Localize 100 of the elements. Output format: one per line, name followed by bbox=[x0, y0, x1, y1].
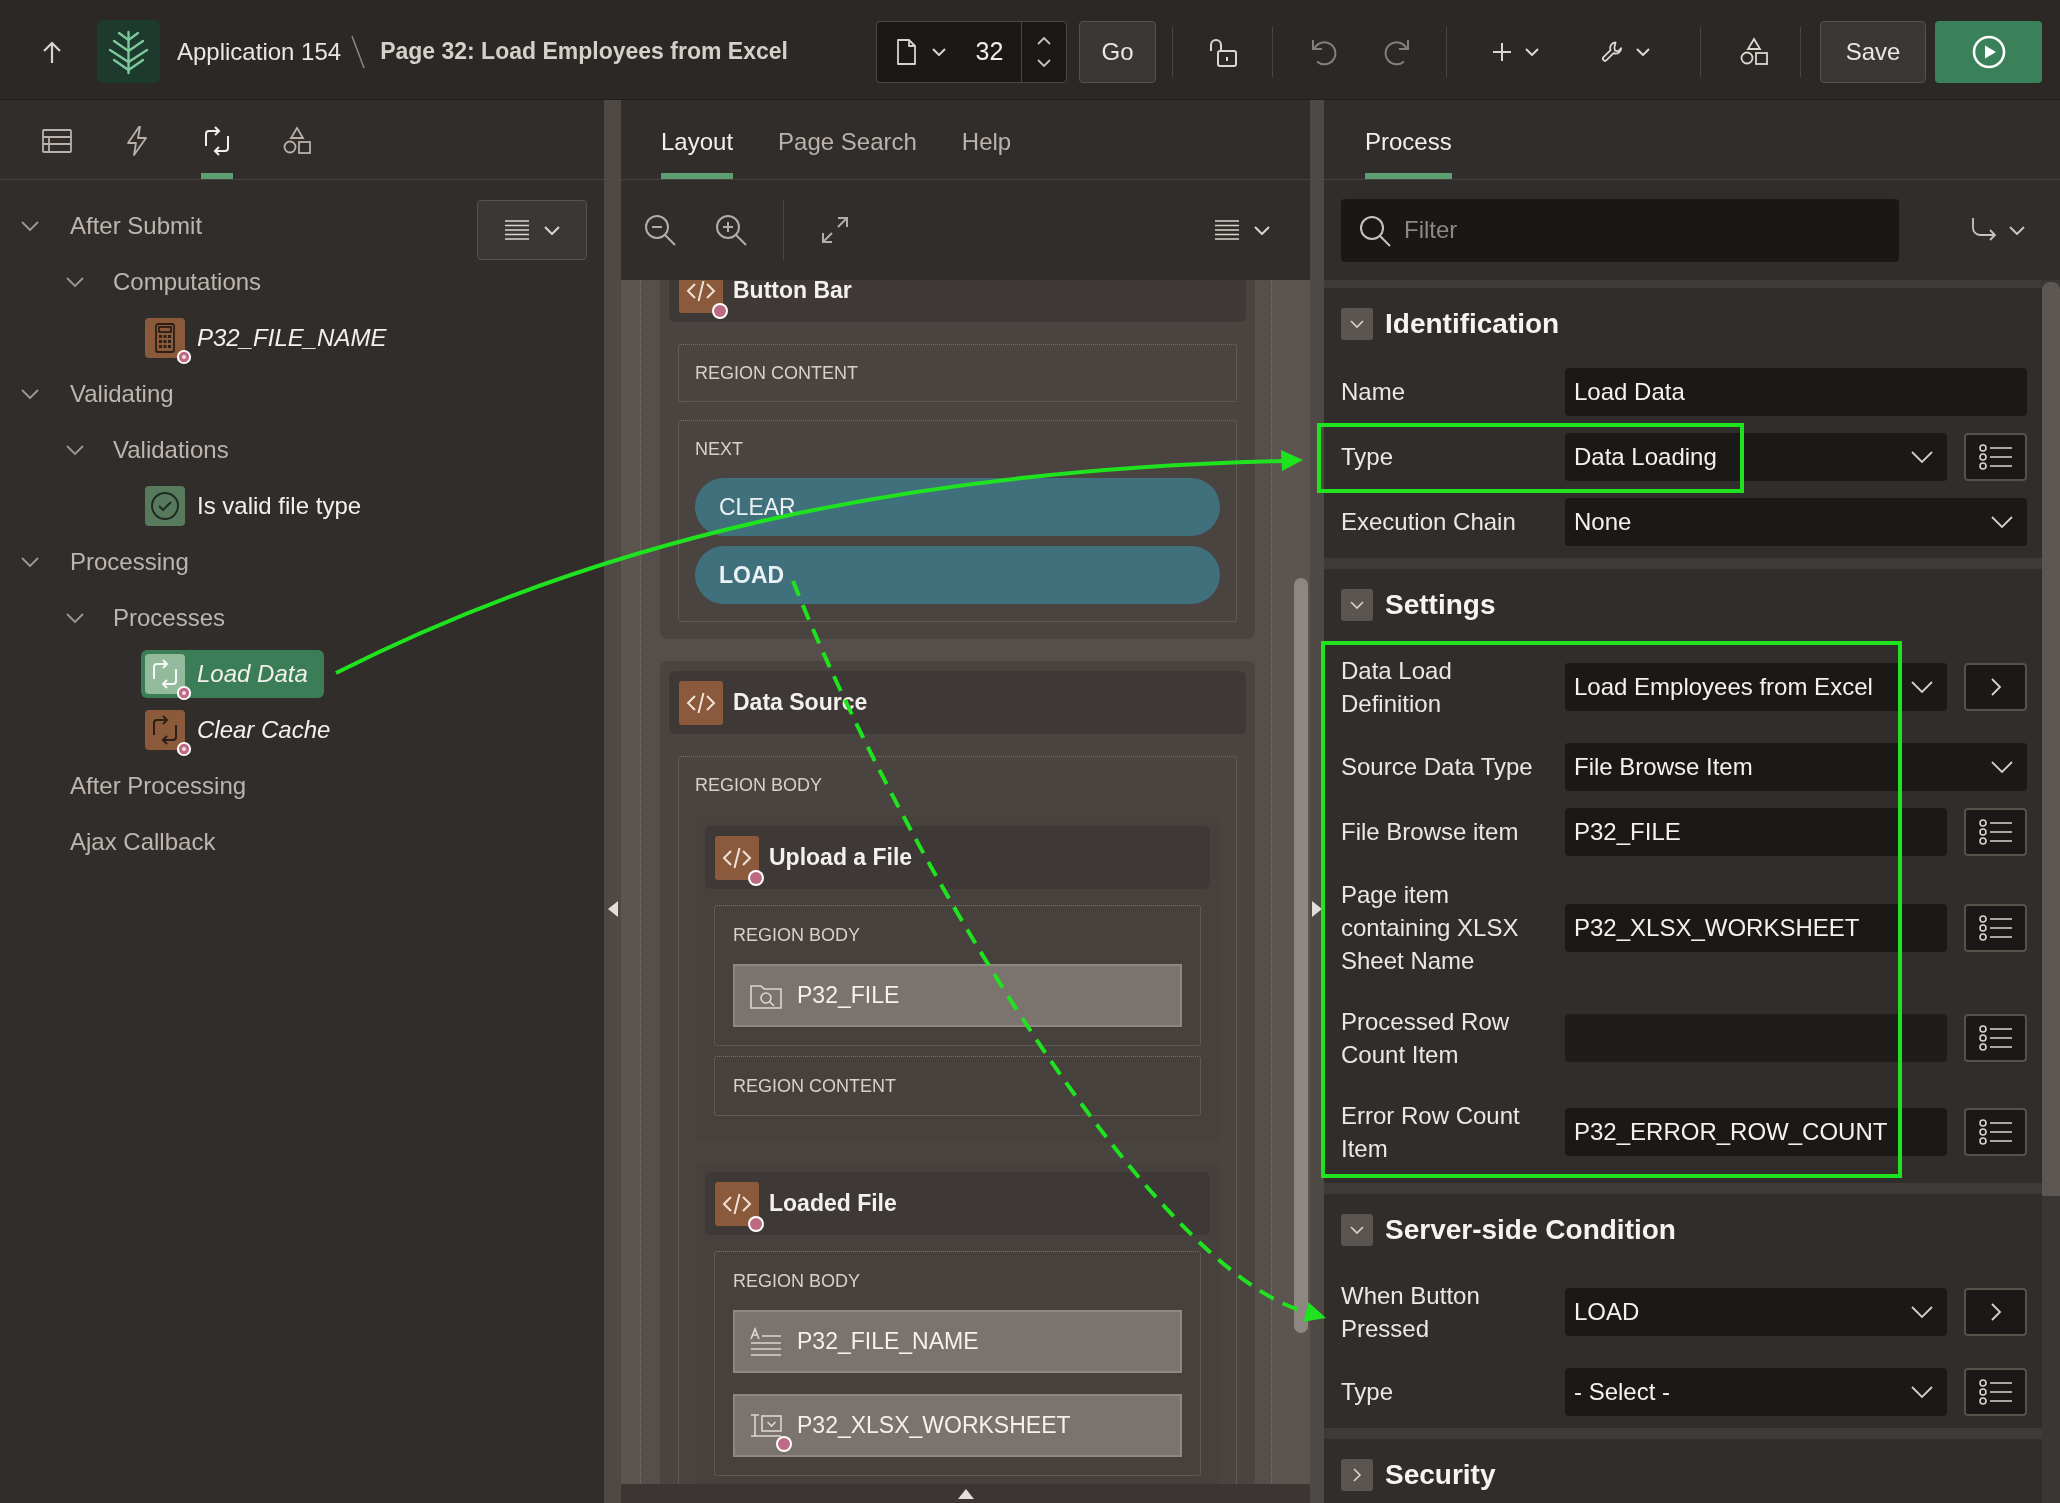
slot-label: REGION BODY bbox=[733, 924, 861, 946]
zoom-in-icon bbox=[714, 213, 748, 247]
region-header[interactable]: Button Bar bbox=[669, 280, 1246, 322]
condition-dot-icon bbox=[747, 868, 765, 887]
tree-node[interactable]: Validating bbox=[70, 380, 174, 408]
tree-node[interactable]: P32_FILE_NAME bbox=[141, 314, 403, 362]
page-number-field[interactable]: 32 bbox=[958, 21, 1021, 82]
rows-icon bbox=[42, 127, 72, 154]
slot-label: NEXT bbox=[695, 438, 743, 460]
condition-dot-icon bbox=[711, 301, 729, 320]
condition-dot-icon bbox=[176, 741, 192, 757]
right-triangle-icon[interactable] bbox=[1312, 901, 1322, 917]
leaf-logo-icon[interactable] bbox=[97, 20, 160, 83]
collapse-button[interactable] bbox=[1341, 588, 1373, 621]
slot-label: REGION BODY bbox=[695, 774, 823, 796]
tab[interactable]: Help bbox=[961, 100, 1012, 179]
condition-dot-icon bbox=[176, 685, 192, 701]
select-field[interactable]: LOAD bbox=[1565, 1288, 1947, 1336]
tree-node[interactable]: Processes bbox=[113, 604, 226, 632]
tree-node[interactable]: Validations bbox=[113, 436, 229, 464]
text-field[interactable]: P32_ERROR_ROW_COUNT bbox=[1565, 1108, 1947, 1156]
region-header[interactable]: Data Source bbox=[669, 671, 1246, 734]
region-header[interactable]: Loaded File bbox=[705, 1172, 1210, 1235]
up-triangle-icon[interactable] bbox=[957, 1488, 974, 1499]
select-field[interactable]: Data Loading bbox=[1565, 432, 1947, 481]
tree-node[interactable]: Clear Cache bbox=[141, 706, 347, 754]
tree-node[interactable]: After Submit bbox=[70, 212, 203, 240]
turn-arrow-icon bbox=[1970, 217, 1998, 243]
chevron-down-icon bbox=[1911, 1385, 1933, 1398]
code-tag-icon bbox=[715, 835, 759, 880]
region-title: Loaded File bbox=[769, 1190, 897, 1217]
list-icon bbox=[1978, 914, 2013, 941]
filter-field[interactable]: Filter bbox=[1341, 198, 1899, 262]
shapes-icon bbox=[1739, 36, 1769, 67]
page-item[interactable]: P32_FILE_NAME bbox=[733, 1310, 1182, 1373]
property-label: Execution Chain bbox=[1341, 507, 1517, 537]
loop-arrows-icon bbox=[145, 654, 185, 694]
loop-arrows-icon bbox=[145, 710, 185, 750]
select-field[interactable]: None bbox=[1565, 497, 2027, 546]
select-field[interactable]: File Browse Item bbox=[1565, 742, 2027, 791]
tree-node[interactable]: Computations bbox=[113, 268, 262, 296]
code-tag-icon bbox=[679, 680, 723, 725]
tree-node[interactable]: Load Data bbox=[141, 650, 324, 698]
tab[interactable]: Process bbox=[1365, 100, 1452, 179]
scrollbar-thumb[interactable] bbox=[2042, 282, 2060, 1196]
property-label: Page item containing XLSX Sheet Name bbox=[1341, 880, 1520, 976]
collapse-button[interactable] bbox=[1341, 307, 1373, 340]
tree-node[interactable]: After Processing bbox=[70, 772, 247, 800]
section-title: Security bbox=[1385, 1458, 1496, 1491]
loop-arrows-icon bbox=[202, 125, 232, 156]
text-field[interactable]: P32_FILE bbox=[1565, 807, 1947, 856]
chevron-right-icon bbox=[1989, 677, 2002, 697]
list-button[interactable] bbox=[1964, 903, 2027, 952]
app-link[interactable]: Application 154 bbox=[177, 37, 342, 66]
page-item[interactable]: P32_FILE bbox=[733, 964, 1182, 1027]
list-icon bbox=[1978, 1025, 2013, 1051]
layout-button[interactable]: CLEAR bbox=[695, 478, 1220, 536]
list-button[interactable] bbox=[1964, 807, 2027, 856]
chevron-down-icon bbox=[1911, 450, 1933, 463]
text-lines-icon bbox=[749, 1326, 783, 1357]
collapse-button[interactable] bbox=[1341, 1458, 1373, 1491]
condition-dot-icon bbox=[176, 349, 192, 365]
code-tag-icon bbox=[715, 1181, 759, 1226]
text-field[interactable]: P32_XLSX_WORKSHEET bbox=[1565, 903, 1947, 952]
select-field[interactable]: - Select - bbox=[1565, 1367, 1947, 1416]
list-button[interactable] bbox=[1964, 1108, 2027, 1156]
zoom-in-button[interactable] bbox=[714, 213, 748, 247]
list-icon bbox=[1978, 818, 2013, 845]
zoom-out-button[interactable] bbox=[643, 213, 677, 247]
tab[interactable]: Layout bbox=[661, 100, 734, 179]
play-icon bbox=[1970, 33, 2007, 70]
page-item[interactable]: P32_XLSX_WORKSHEET bbox=[733, 1394, 1182, 1457]
select-field[interactable]: Load Employees from Excel bbox=[1565, 663, 1947, 711]
left-triangle-icon[interactable] bbox=[607, 901, 618, 917]
tree-node[interactable]: Ajax Callback bbox=[70, 828, 216, 856]
go-button[interactable]: Go bbox=[1079, 20, 1156, 83]
layout-button[interactable]: LOAD bbox=[695, 546, 1220, 604]
text-field[interactable] bbox=[1565, 1014, 1947, 1062]
region-header[interactable]: Upload a File bbox=[705, 826, 1210, 889]
view-menu-button[interactable] bbox=[477, 200, 587, 260]
caret-icon bbox=[932, 47, 946, 56]
tree-node[interactable]: Is valid file type bbox=[141, 482, 378, 530]
property-label: Source Data Type bbox=[1341, 752, 1534, 782]
section-title: Server-side Condition bbox=[1385, 1213, 1676, 1246]
collapse-button[interactable] bbox=[1341, 1213, 1373, 1246]
save-button[interactable]: Save bbox=[1820, 20, 1926, 83]
list-button[interactable] bbox=[1964, 432, 2027, 481]
scrollbar-thumb[interactable] bbox=[1294, 578, 1308, 1333]
list-button[interactable] bbox=[1964, 1014, 2027, 1062]
tree-node[interactable]: Processing bbox=[70, 548, 189, 576]
run-button[interactable] bbox=[1935, 20, 2042, 83]
plus-icon bbox=[1491, 41, 1512, 62]
chevron-down-icon bbox=[1911, 681, 1933, 693]
property-label: Type bbox=[1341, 1377, 1395, 1407]
property-label: Name bbox=[1341, 377, 1407, 407]
section-title: Settings bbox=[1385, 588, 1496, 621]
text-field[interactable]: Load Data bbox=[1565, 367, 2027, 416]
tab[interactable]: Page Search bbox=[778, 100, 917, 179]
property-label: Processed Row Count Item bbox=[1341, 1007, 1511, 1070]
list-button[interactable] bbox=[1964, 1367, 2027, 1416]
